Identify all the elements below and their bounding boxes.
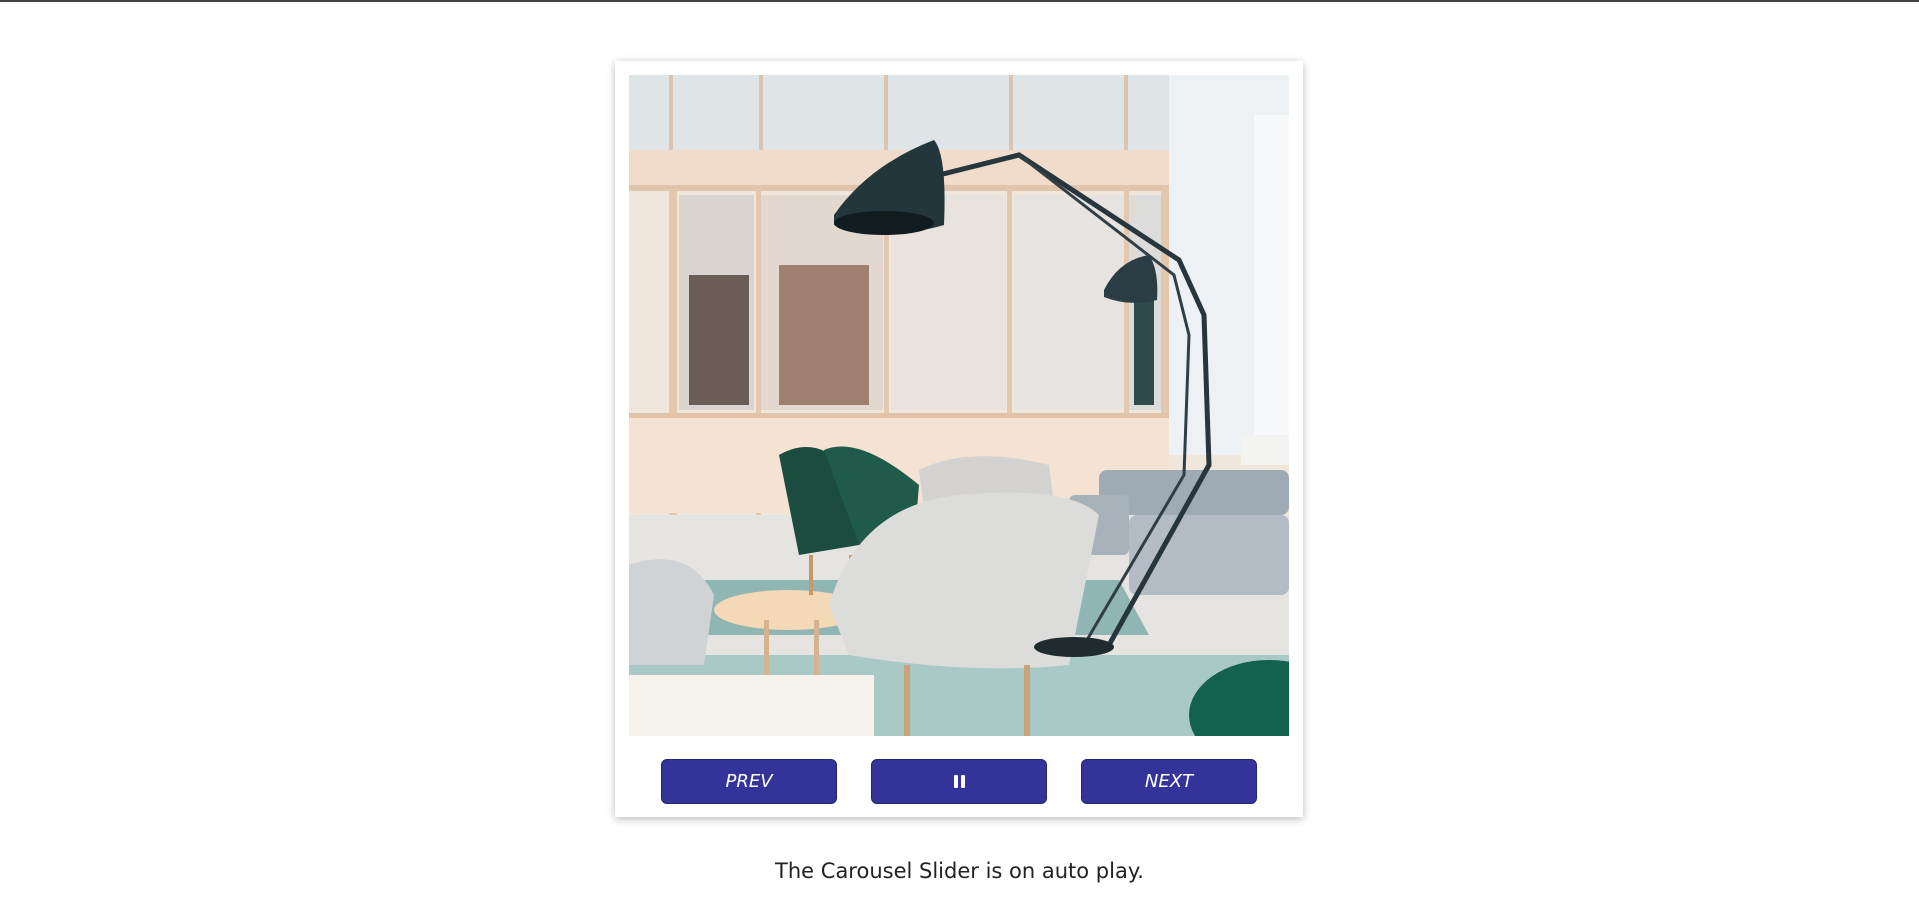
carousel: PREV NEXT [615,61,1303,817]
autoplay-status-text: The Carousel Slider is on auto play. [775,859,1144,883]
prev-button-label: PREV [725,771,773,792]
prev-button[interactable]: PREV [661,759,837,804]
next-button-label: NEXT [1144,771,1194,792]
pause-icon [953,775,965,788]
carousel-controls: PREV NEXT [615,759,1303,804]
top-border [0,0,1919,2]
carousel-slide-image [629,75,1289,736]
pause-button[interactable] [871,759,1047,804]
next-button[interactable]: NEXT [1081,759,1257,804]
